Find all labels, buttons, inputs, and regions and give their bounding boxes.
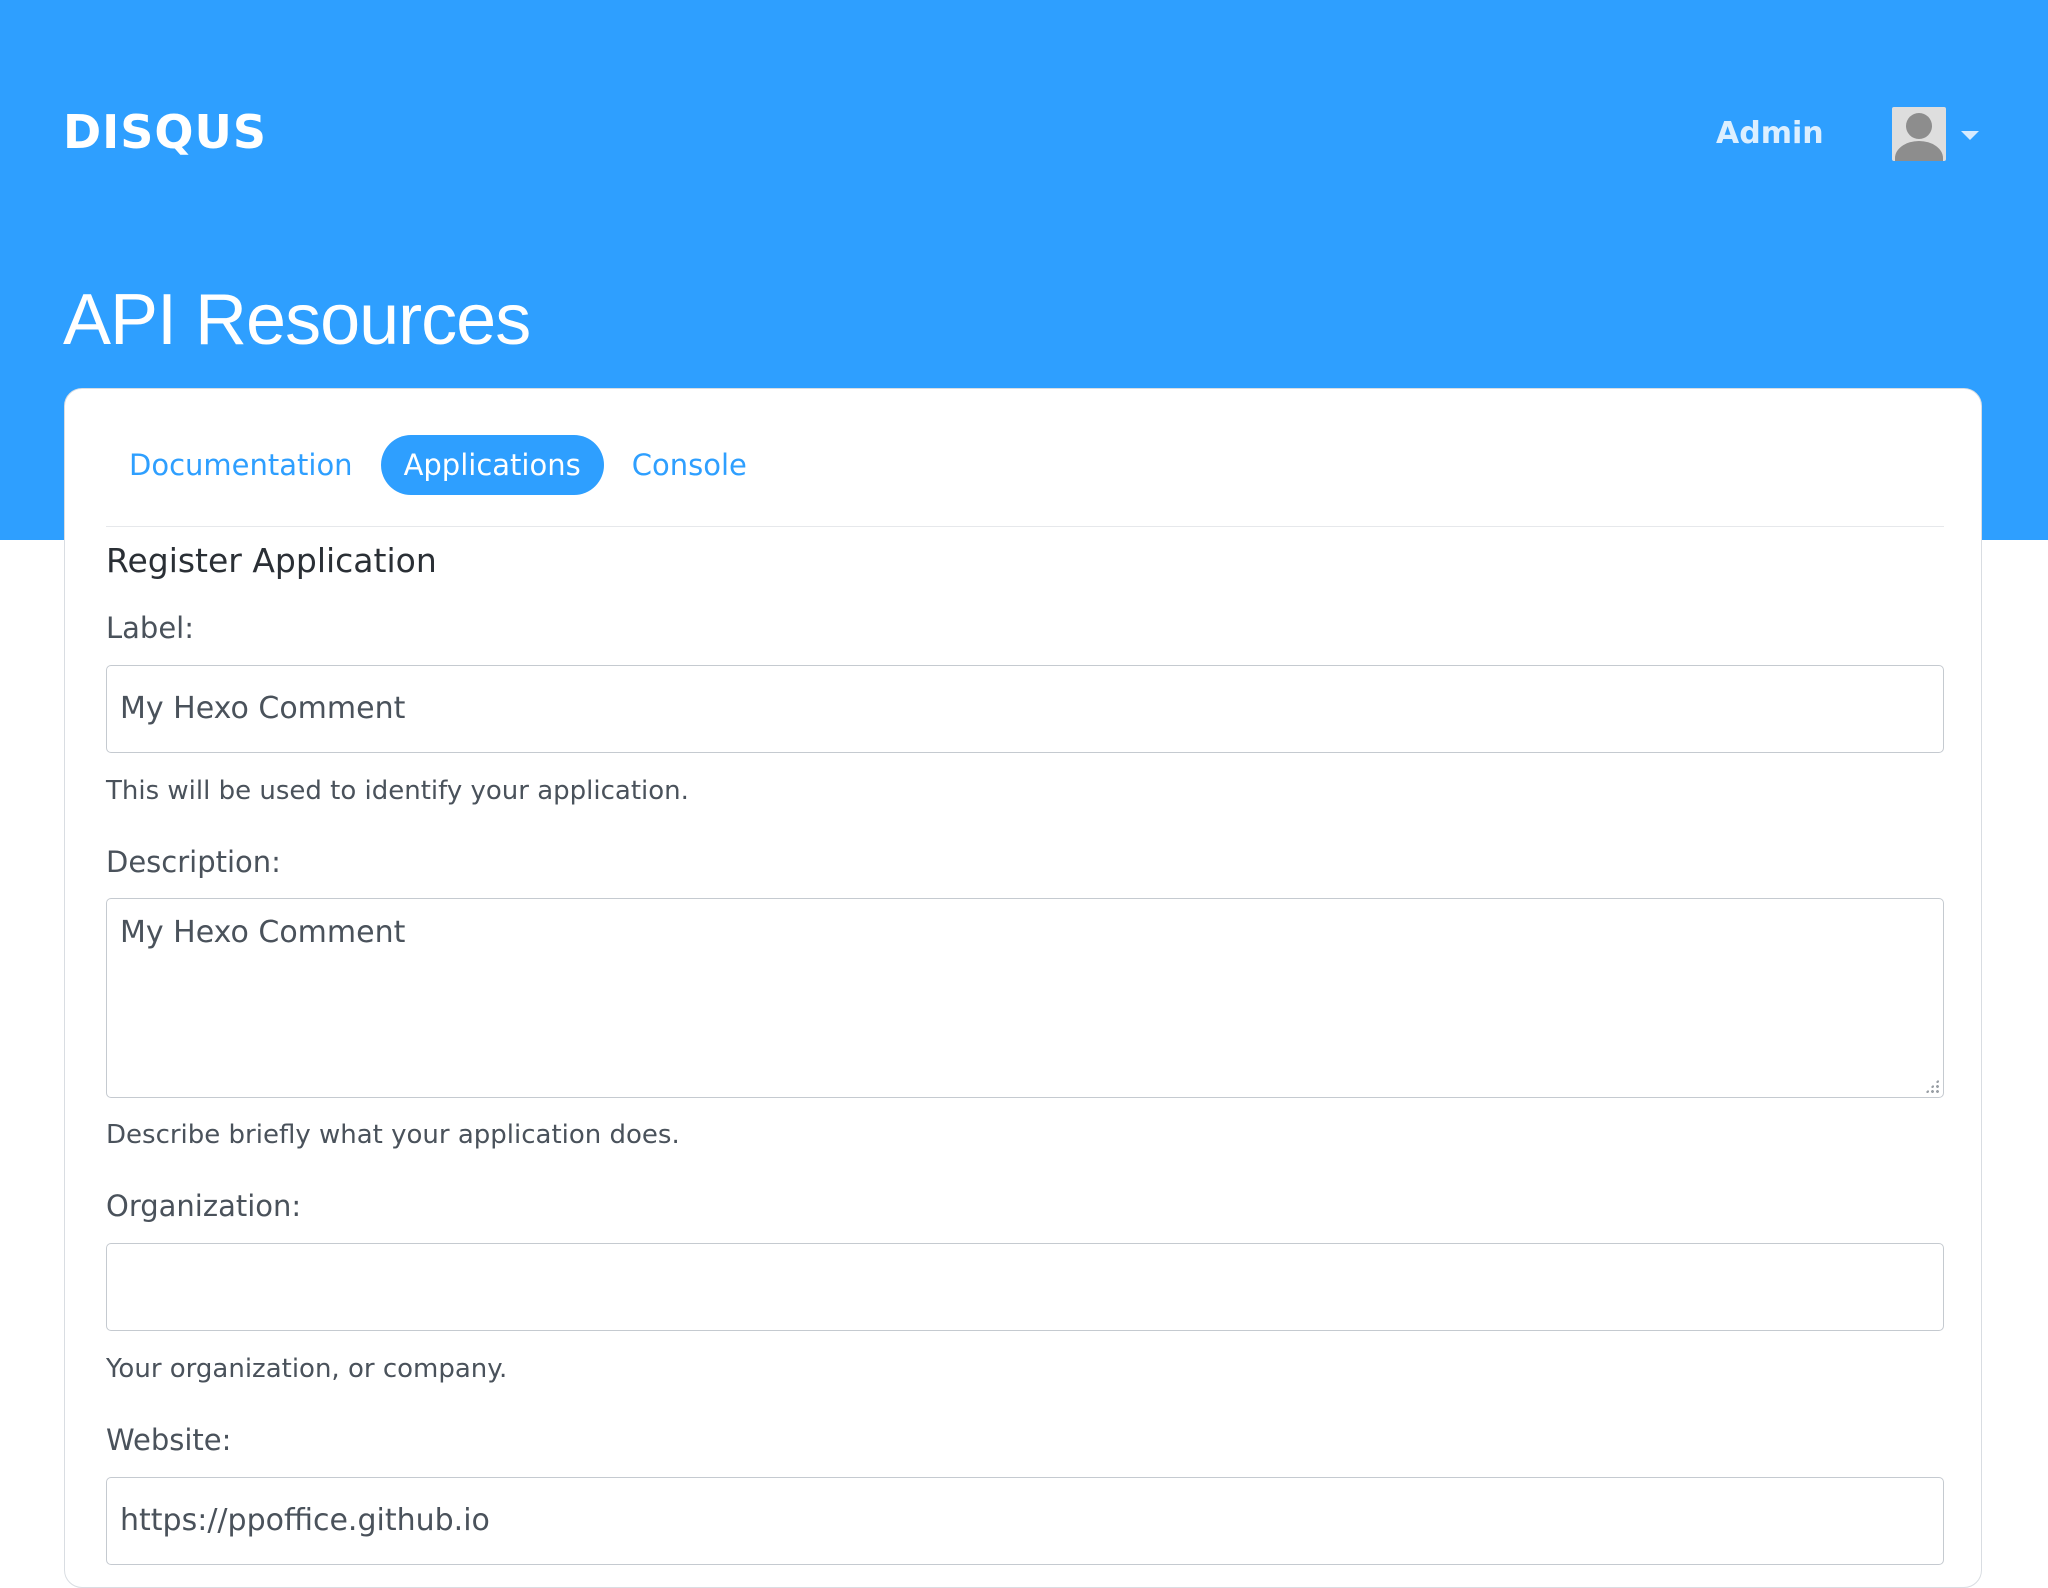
avatar-head-shape [1906, 113, 1932, 139]
description-textarea-value: My Hexo Comment [120, 915, 406, 950]
caret-down-icon[interactable] [1961, 131, 1979, 140]
organization-help-text: Your organization, or company. [106, 1354, 508, 1384]
website-field-label: Website: [106, 1423, 232, 1457]
tab-divider [106, 526, 1944, 527]
main-card: Documentation Applications Console Regis… [64, 388, 1982, 1588]
admin-link[interactable]: Admin [1716, 114, 1824, 154]
top-navigation: DISQUS Admin [0, 0, 2048, 270]
organization-field-label: Organization: [106, 1189, 302, 1223]
label-input[interactable]: My Hexo Comment [106, 665, 1944, 753]
page-title: API Resources [63, 280, 531, 360]
description-textarea[interactable]: My Hexo Comment [106, 898, 1944, 1098]
section-title: Register Application [106, 541, 437, 580]
description-field-label: Description: [106, 845, 281, 879]
organization-input[interactable] [106, 1243, 1944, 1331]
tab-bar: Documentation Applications Console [106, 435, 775, 495]
avatar-body-shape [1895, 141, 1943, 161]
tab-applications[interactable]: Applications [380, 435, 604, 495]
user-avatar-icon[interactable] [1892, 107, 1946, 161]
resize-grip-icon[interactable] [1925, 1079, 1939, 1093]
disqus-logo[interactable]: DISQUS [63, 104, 267, 160]
website-input[interactable]: https://ppoffice.github.io [106, 1477, 1944, 1565]
label-field-label: Label: [106, 611, 195, 645]
description-help-text: Describe briefly what your application d… [106, 1120, 680, 1150]
tab-documentation[interactable]: Documentation [106, 435, 376, 495]
label-help-text: This will be used to identify your appli… [106, 776, 689, 806]
tab-console[interactable]: Console [609, 435, 770, 495]
